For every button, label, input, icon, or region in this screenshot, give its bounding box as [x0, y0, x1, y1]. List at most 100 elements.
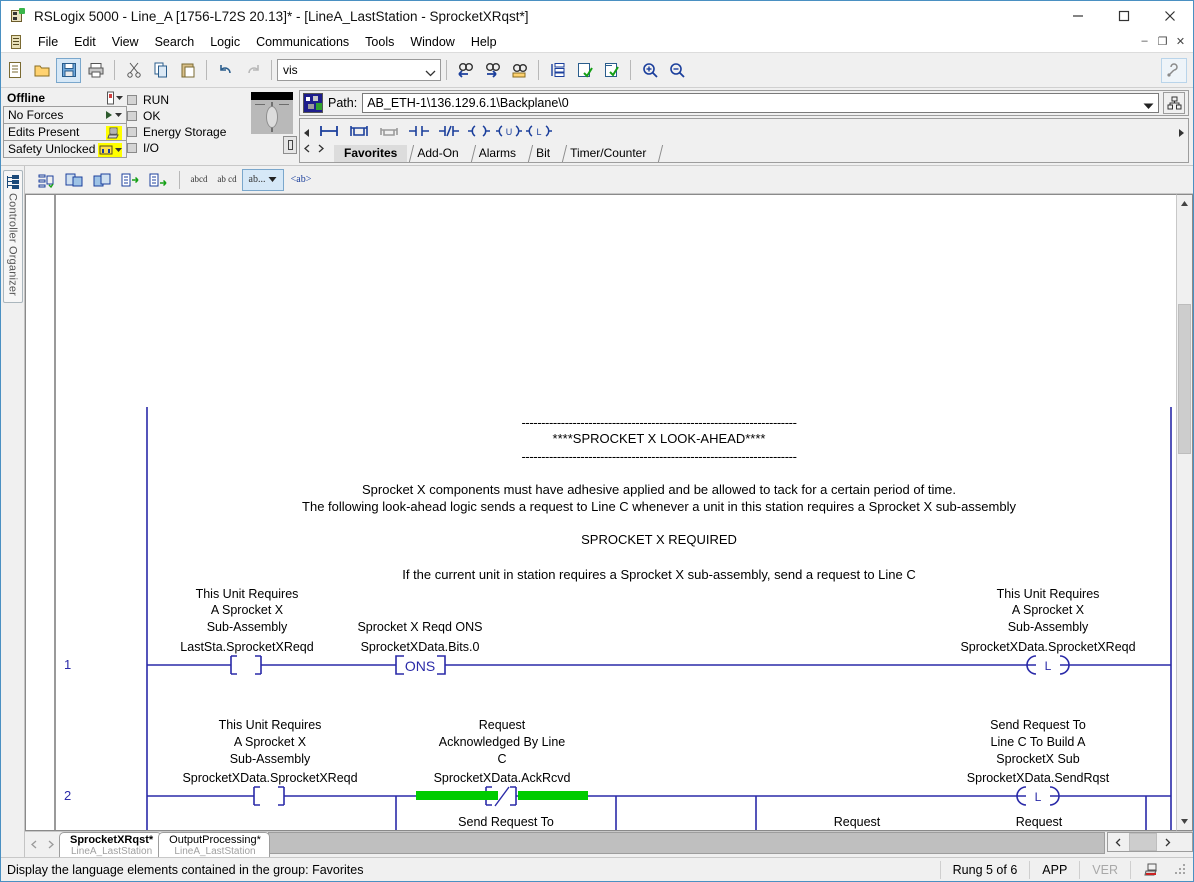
tag-properties-icon[interactable] [545, 58, 570, 83]
scroll-up-icon[interactable] [1177, 195, 1192, 212]
append-rung-icon[interactable] [145, 169, 171, 191]
otl-coil-icon[interactable]: L [524, 120, 554, 142]
branch-icon[interactable] [314, 120, 344, 142]
status-forces-row[interactable]: No Forces [3, 106, 127, 124]
tab-bit[interactable]: Bit [526, 145, 560, 162]
verify-controller-icon[interactable] [599, 58, 624, 83]
tab-alarms[interactable]: Alarms [469, 145, 526, 162]
save-icon[interactable] [56, 57, 81, 83]
ok-led-icon [127, 111, 137, 121]
minimize-icon[interactable] [1055, 1, 1101, 31]
network-tree-icon[interactable] [1163, 92, 1185, 114]
mdi-restore-icon[interactable]: ❐ [1154, 33, 1171, 49]
routine-tab-nav[interactable] [25, 832, 59, 856]
branch-level-icon[interactable] [344, 120, 374, 142]
scrollbar-thumb[interactable] [1178, 304, 1191, 454]
routine-tab-outputprocessing[interactable]: OutputProcessing* LineA_LastStation [158, 832, 270, 857]
copy-icon[interactable] [148, 58, 173, 83]
menu-communications[interactable]: Communications [248, 33, 357, 51]
toolbar-separator-6 [630, 60, 631, 80]
resize-grip[interactable] [1173, 862, 1189, 878]
find-previous-icon[interactable] [453, 58, 478, 83]
show-tag-description-icon[interactable]: ab cd [214, 169, 240, 191]
menu-bar: File Edit View Search Logic Communicatio… [1, 31, 1193, 53]
ladder-vertical-scrollbar[interactable] [1176, 194, 1193, 831]
description-style-dropdown[interactable]: ab... [242, 168, 284, 191]
tag-reference-icon[interactable]: <ab> [286, 169, 316, 191]
menu-search[interactable]: Search [147, 33, 203, 51]
maximize-icon[interactable] [1101, 1, 1147, 31]
instruction-tab-nav[interactable] [303, 144, 325, 153]
scroll-down-icon[interactable] [1177, 813, 1192, 830]
zoom-in-icon[interactable] [637, 58, 662, 83]
hscroll-left-icon[interactable] [1108, 833, 1129, 851]
routine-tab-sprocketxrqst-name: SprocketXRqst* [70, 833, 154, 846]
paste-icon[interactable] [175, 58, 200, 83]
menu-view[interactable]: View [104, 33, 147, 51]
otu-coil-icon[interactable]: U [494, 120, 524, 142]
path-field[interactable]: AB_ETH-1\136.129.6.1\Backplane\0 [362, 93, 1159, 113]
status-offline-row[interactable]: Offline [3, 89, 127, 107]
hscroll-thumb[interactable] [1129, 833, 1157, 851]
menu-tools[interactable]: Tools [357, 33, 402, 51]
insert-rung-icon[interactable] [117, 169, 143, 191]
undo-icon[interactable] [213, 58, 238, 83]
safety-unlocked-icon[interactable] [98, 143, 122, 157]
edits-present-icon[interactable] [106, 126, 122, 140]
forces-arrow-icon[interactable] [104, 109, 122, 121]
new-file-icon[interactable] [2, 58, 27, 83]
instruction-toolbar: U L Favorites Add-On Alarms Bit Timer/Co… [299, 118, 1189, 163]
system-menu-icon[interactable] [8, 34, 24, 50]
xic-contact-icon[interactable] [404, 120, 434, 142]
window-controls [1055, 1, 1193, 31]
xio-contact-icon[interactable] [434, 120, 464, 142]
description-style-label: ab... [248, 173, 266, 185]
rslinx-icon[interactable] [303, 93, 323, 113]
close-icon[interactable] [1147, 1, 1193, 31]
chevron-down-icon[interactable] [425, 66, 436, 80]
instruction-scroll-right-icon[interactable] [1177, 125, 1186, 143]
zoom-out-icon[interactable] [664, 58, 689, 83]
path-value: AB_ETH-1\136.129.6.1\Backplane\0 [367, 96, 569, 110]
menu-file[interactable]: File [30, 33, 66, 51]
open-folder-icon[interactable] [29, 58, 54, 83]
tab-favorites[interactable]: Favorites [334, 145, 408, 162]
show-tag-description-label: ab cd [217, 174, 237, 184]
menu-logic[interactable]: Logic [202, 33, 248, 51]
mdi-minimize-icon[interactable]: – [1136, 33, 1153, 49]
print-icon[interactable] [83, 58, 108, 83]
routine-tab-sprocketxrqst-scope: LineA_LastStation [70, 845, 153, 857]
tab-add-on[interactable]: Add-On [407, 145, 468, 162]
branch-remove-icon[interactable] [374, 120, 404, 142]
export-rung-icon[interactable] [89, 169, 115, 191]
whats-this-help-icon[interactable] [1161, 58, 1187, 83]
sidebar-item-controller-organizer[interactable]: Controller Organizer [2, 170, 23, 304]
tab-timer-counter[interactable]: Timer/Counter [560, 145, 656, 162]
menu-window[interactable]: Window [402, 33, 462, 51]
import-rung-icon[interactable] [61, 169, 87, 191]
menu-help[interactable]: Help [463, 33, 505, 51]
horizontal-scrollbar[interactable] [1107, 832, 1193, 852]
ote-coil-icon[interactable] [464, 120, 494, 142]
routine-properties-icon[interactable] [33, 169, 59, 191]
find-next-icon[interactable] [480, 58, 505, 83]
chevron-down-icon[interactable] [1143, 99, 1154, 113]
status-safety-row[interactable]: Safety Unlocked [3, 140, 127, 158]
menu-edit[interactable]: Edit [66, 33, 104, 51]
scrollbar-track[interactable] [1177, 212, 1192, 813]
status-edits-row[interactable]: Edits Present [3, 123, 127, 141]
hscroll-right-icon[interactable] [1157, 833, 1178, 851]
instruction-scroll-left-icon[interactable] [302, 125, 311, 143]
keyswitch-button[interactable] [283, 136, 297, 154]
show-tag-name-icon[interactable]: abcd [186, 169, 212, 191]
search-combo[interactable]: vis [277, 59, 441, 81]
verify-routine-icon[interactable] [572, 58, 597, 83]
cut-icon[interactable] [121, 58, 146, 83]
mdi-close-icon[interactable]: ✕ [1172, 33, 1189, 49]
routine-tab-sprocketxrqst[interactable]: SprocketXRqst* LineA_LastStation [59, 832, 163, 857]
browse-icon[interactable] [507, 58, 532, 83]
title-bar: RSLogix 5000 - Line_A [1756-L72S 20.13]*… [1, 1, 1193, 31]
ladder-canvas[interactable]: 1 2 3 ----------------------------------… [25, 194, 1176, 831]
redo-icon[interactable] [240, 58, 265, 83]
controller-status-icon[interactable] [106, 91, 123, 105]
